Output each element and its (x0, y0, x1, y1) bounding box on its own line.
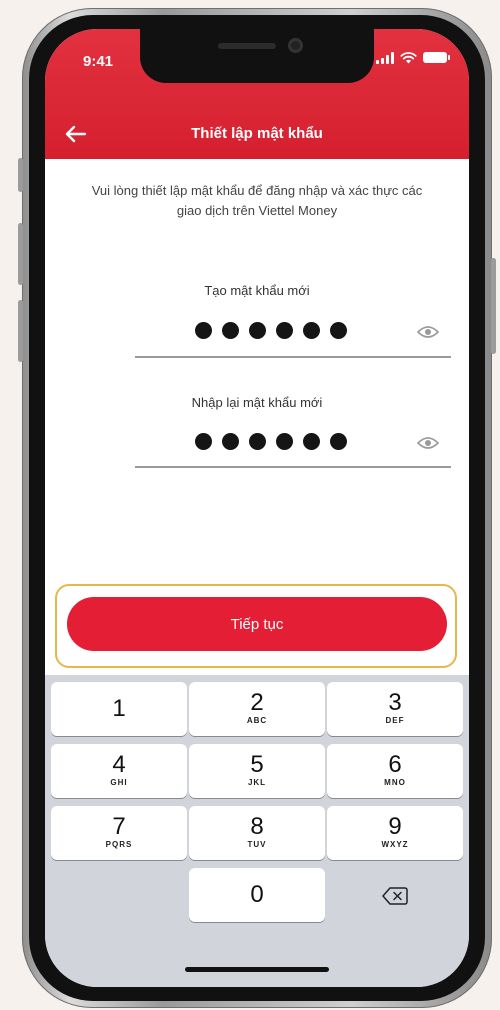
key-1[interactable]: 1 (51, 682, 187, 736)
password-dot (249, 322, 266, 339)
new-password-input[interactable] (195, 322, 347, 339)
password-dot (330, 433, 347, 450)
key-7[interactable]: 7 PQRS (51, 806, 187, 860)
key-3[interactable]: 3 DEF (327, 682, 463, 736)
key-number: 5 (250, 751, 264, 778)
home-indicator (185, 967, 329, 972)
volume-up-button (18, 223, 23, 285)
status-icons (376, 51, 450, 64)
key-letters: JKL (247, 778, 267, 787)
instruction-text: Vui lòng thiết lập mật khẩu để đăng nhập… (91, 183, 423, 218)
wifi-icon (400, 52, 417, 64)
password-dot (222, 433, 239, 450)
key-number: 1 (112, 695, 126, 722)
confirm-password-label: Nhập lại mật khẩu mới (191, 395, 323, 410)
password-dot (276, 433, 293, 450)
confirm-password-underline (135, 466, 451, 468)
power-button (491, 258, 496, 354)
key-letters: ABC (246, 716, 268, 725)
battery-icon (423, 52, 450, 63)
app-header: 9:41 Thiết lập mật khẩu (45, 29, 469, 159)
password-dot (195, 433, 212, 450)
volume-down-button (18, 300, 23, 362)
key-letters: WXYZ (381, 840, 409, 849)
backspace-icon[interactable] (382, 886, 408, 906)
phone-frame: 9:41 Thiết lập mật khẩu Vui lòng thiết l… (18, 8, 496, 1008)
signal-icon (376, 52, 394, 64)
new-password-label: Tạo mật khẩu mới (204, 283, 310, 298)
password-dot (330, 322, 347, 339)
key-number: 0 (250, 881, 264, 908)
password-dot (276, 322, 293, 339)
key-number: 7 (112, 813, 126, 840)
key-letters: DEF (385, 716, 405, 725)
key-5[interactable]: 5 JKL (189, 744, 325, 798)
key-4[interactable]: 4 GHI (51, 744, 187, 798)
password-dot (303, 433, 320, 450)
password-dot (195, 322, 212, 339)
front-camera (288, 38, 303, 53)
mute-switch (18, 158, 23, 192)
phone-screen: 9:41 Thiết lập mật khẩu Vui lòng thiết l… (45, 29, 469, 987)
key-number: 4 (112, 751, 126, 778)
key-2[interactable]: 2 ABC (189, 682, 325, 736)
password-dot (303, 322, 320, 339)
key-letters: GHI (110, 778, 128, 787)
key-number: 6 (388, 751, 402, 778)
speaker (218, 43, 276, 49)
key-number: 2 (250, 689, 264, 716)
status-time: 9:41 (83, 53, 114, 70)
password-dot (249, 433, 266, 450)
numeric-keypad: 1 2 ABC 3 DEF 4 GHI 5 JKL 6 MNO 7 PQRS 8… (45, 675, 469, 987)
confirm-password-input[interactable] (195, 433, 347, 450)
key-6[interactable]: 6 MNO (327, 744, 463, 798)
eye-icon[interactable] (417, 325, 439, 339)
new-password-underline (135, 356, 451, 358)
notch (140, 29, 374, 83)
continue-button[interactable]: Tiếp tục (67, 597, 447, 651)
key-number: 8 (250, 813, 264, 840)
key-0[interactable]: 0 (189, 868, 325, 922)
key-number: 3 (388, 689, 402, 716)
key-number: 9 (388, 813, 402, 840)
key-8[interactable]: 8 TUV (189, 806, 325, 860)
password-dot (222, 322, 239, 339)
key-9[interactable]: 9 WXYZ (327, 806, 463, 860)
key-letters: PQRS (105, 840, 133, 849)
eye-icon[interactable] (417, 436, 439, 450)
key-letters: MNO (384, 778, 406, 787)
page-title: Thiết lập mật khẩu (191, 125, 323, 142)
phone-bezel: 9:41 Thiết lập mật khẩu Vui lòng thiết l… (29, 15, 485, 1001)
key-letters: TUV (247, 840, 267, 849)
